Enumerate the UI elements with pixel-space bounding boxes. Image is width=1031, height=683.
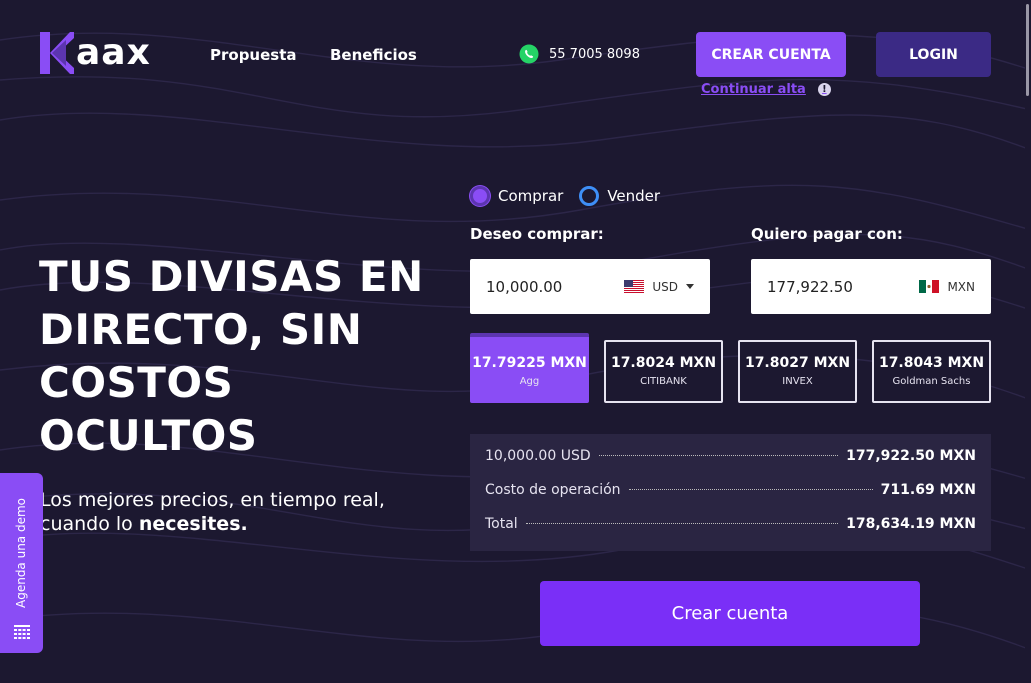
rate-value: 17.8043 MXN: [878, 355, 985, 371]
rate-card-invex[interactable]: 17.8027 MXN INVEX: [738, 340, 857, 403]
nav-beneficios[interactable]: Beneficios: [330, 46, 417, 64]
rate-provider: Goldman Sachs: [892, 376, 971, 387]
radio-comprar[interactable]: Comprar: [470, 186, 563, 206]
kaax-logo[interactable]: aax: [40, 32, 152, 74]
create-account-button[interactable]: CREAR CUENTA: [696, 32, 846, 77]
rate-card-goldman-sachs[interactable]: 17.8043 MXN Goldman Sachs: [872, 340, 991, 403]
buy-amount-field: USD: [470, 259, 710, 314]
create-account-cta-button[interactable]: Crear cuenta: [540, 581, 920, 646]
radio-comprar-dot[interactable]: [470, 186, 490, 206]
rate-provider: INVEX: [782, 376, 813, 387]
radio-comprar-label: Comprar: [498, 187, 564, 205]
schedule-demo-label: Agenda una demo: [14, 497, 28, 608]
summary-value: 177,922.50 MXN: [846, 448, 976, 464]
pay-currency-display: MXN: [919, 280, 975, 294]
hero-subtitle: Los mejores precios, en tiempo real, cua…: [40, 488, 410, 536]
us-flag-icon: [624, 280, 645, 293]
rate-card-agg[interactable]: 17.79225 MXN Agg: [470, 333, 589, 403]
summary-label: Costo de operación: [485, 482, 621, 498]
mx-flag-icon: [919, 280, 940, 293]
pay-amount-field: MXN: [751, 259, 991, 314]
buy-currency-select[interactable]: USD: [624, 280, 694, 294]
continue-signup-label: Continuar alta: [701, 82, 806, 97]
rate-provider: CITIBANK: [640, 376, 687, 387]
radio-vender-label: Vender: [607, 187, 661, 205]
buy-sell-toggle: Comprar Vender: [470, 186, 660, 206]
summary-dotted-leader: [628, 489, 873, 490]
hero-subtitle-emphasis: necesites.: [138, 513, 248, 535]
continue-signup-link[interactable]: Continuar alta !: [701, 82, 831, 97]
summary-value: 711.69 MXN: [880, 482, 976, 498]
phone-contact[interactable]: 55 7005 8098: [519, 44, 640, 64]
summary-row-total: Total 178,634.19 MXN: [485, 516, 976, 550]
summary-value: 178,634.19 MXN: [846, 516, 976, 532]
summary-label: Total: [485, 516, 518, 532]
summary-row-fee: Costo de operación 711.69 MXN: [485, 482, 976, 516]
scrollbar-thumb[interactable]: [1026, 4, 1029, 96]
rate-provider: Agg: [519, 376, 540, 387]
summary-dotted-leader: [598, 455, 839, 456]
pay-amount-input[interactable]: [767, 277, 897, 296]
summary-dotted-leader: [525, 523, 839, 524]
order-summary: 10,000.00 USD 177,922.50 MXN Costo de op…: [470, 434, 991, 551]
pay-amount-label: Quiero pagar con:: [751, 225, 903, 243]
calendar-icon: [14, 625, 30, 639]
logo-k-mark: [40, 32, 74, 74]
login-button[interactable]: LOGIN: [876, 32, 991, 77]
rate-value: 17.8024 MXN: [610, 355, 717, 371]
rate-value: 17.79225 MXN: [472, 355, 587, 371]
schedule-demo-tab[interactable]: Agenda una demo: [0, 473, 43, 653]
buy-currency-code: USD: [652, 279, 678, 294]
nav-propuesta[interactable]: Propuesta: [210, 46, 297, 64]
radio-vender-dot[interactable]: [579, 186, 600, 206]
rate-value: 17.8027 MXN: [744, 355, 851, 371]
summary-row-amount: 10,000.00 USD 177,922.50 MXN: [485, 448, 976, 482]
rate-card-citibank[interactable]: 17.8024 MXN CITIBANK: [604, 340, 723, 403]
scrollbar-track[interactable]: [1025, 0, 1031, 683]
logo-text: aax: [76, 32, 151, 73]
buy-amount-label: Deseo comprar:: [470, 225, 604, 243]
whatsapp-icon: [519, 44, 539, 64]
summary-label: 10,000.00 USD: [485, 448, 591, 464]
phone-number: 55 7005 8098: [549, 46, 640, 62]
chevron-down-icon: [686, 284, 694, 289]
buy-amount-input[interactable]: [486, 277, 616, 296]
radio-vender[interactable]: Vender: [579, 186, 660, 206]
pay-currency-code: MXN: [947, 279, 975, 294]
hero-title: TUS DIVISAS EN DIRECTO, SIN COSTOS OCULT…: [39, 252, 424, 460]
info-icon[interactable]: !: [817, 83, 831, 96]
